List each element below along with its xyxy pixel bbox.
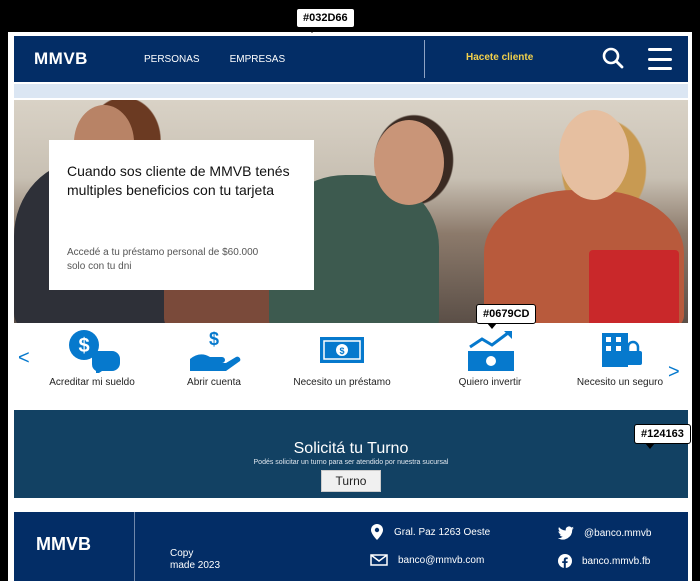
location-pin-icon (371, 524, 383, 540)
search-icon[interactable] (602, 47, 624, 69)
services-carousel: < $ Acreditar mi sueldo $ Abrir cuenta $… (14, 325, 688, 405)
hero-card: Cuando sos cliente de MMVB tenés multipl… (49, 140, 314, 290)
service-label: Necesito un seguro (576, 377, 664, 388)
carousel-prev-icon[interactable]: < (18, 347, 30, 370)
hero-photo-bag (589, 250, 679, 323)
footer-facebook-text[interactable]: banco.mmvb.fb (582, 556, 650, 567)
annotation-icon-color: #0679CD (476, 304, 537, 329)
footer-address-text: Gral. Paz 1263 Oeste (394, 526, 491, 538)
service-item-salary[interactable]: $ Acreditar mi sueldo (32, 327, 152, 388)
service-label: Abrir cuenta (187, 377, 241, 388)
open-account-icon: $ (190, 329, 241, 371)
annotation-turno-color: #124163 (634, 424, 691, 449)
site-footer: MMVB Copy made 2023 Gral. Paz 1263 Oeste… (14, 512, 688, 581)
insurance-icon (602, 333, 642, 367)
service-item-insurance[interactable]: Necesito un seguro (560, 327, 680, 388)
nav-empresas[interactable]: EMPRESAS (230, 54, 286, 65)
footer-email[interactable]: banco@mmvb.com (370, 554, 484, 566)
loan-icon: $ (320, 337, 364, 363)
main-nav: PERSONAS EMPRESAS (144, 54, 285, 65)
site-header: MMVB PERSONAS EMPRESAS Hacete cliente (14, 36, 688, 82)
turno-title: Solicitá tu Turno (293, 440, 409, 457)
footer-copy-line: made 2023 (170, 560, 221, 571)
hero-banner: Cuando sos cliente de MMVB tenés multipl… (14, 100, 688, 323)
service-item-open-account[interactable]: $ Abrir cuenta (154, 327, 274, 388)
mail-icon (370, 554, 388, 566)
footer-address: Gral. Paz 1263 Oeste (370, 524, 490, 540)
hero-photo-face (374, 120, 444, 205)
service-label: Acreditar mi sueldo (49, 377, 135, 388)
twitter-icon (558, 526, 574, 540)
turno-button[interactable]: Turno (320, 470, 382, 492)
header-divider (424, 40, 425, 78)
footer-divider (134, 512, 135, 581)
footer-facebook[interactable]: banco.mmvb.fb (558, 554, 650, 568)
turno-section: Solicitá tu Turno Podés solicitar un tur… (14, 410, 688, 498)
invest-icon (468, 331, 514, 371)
hero-photo-face (559, 110, 629, 200)
footer-twitter[interactable]: @banco.mmvb (558, 526, 651, 540)
hero-title: Cuando sos cliente de MMVB tenés multipl… (67, 163, 290, 198)
footer-copyright: Copy made 2023 (170, 548, 220, 572)
hero-subtitle: Accedé a tu préstamo personal de $60.000… (67, 247, 259, 272)
salary-icon: $ (69, 330, 120, 373)
footer-email-text[interactable]: banco@mmvb.com (398, 555, 484, 566)
turno-subtitle: Podés solicitar un turno para ser atendi… (253, 459, 449, 466)
screenshot-frame: MMVB PERSONAS EMPRESAS Hacete cliente Cu… (0, 0, 700, 581)
carousel-next-icon[interactable]: > (668, 361, 680, 384)
svg-text:$: $ (339, 346, 344, 356)
service-label: Necesito un préstamo (293, 377, 391, 388)
header-logo[interactable]: MMVB (34, 49, 134, 69)
service-item-invest[interactable]: Quiero invertir (430, 327, 550, 388)
become-client-link[interactable]: Hacete cliente (466, 52, 533, 63)
service-item-loan[interactable]: $ Necesito un préstamo (282, 327, 402, 388)
svg-text:$: $ (78, 335, 89, 357)
facebook-icon (558, 554, 572, 568)
footer-twitter-text[interactable]: @banco.mmvb (584, 528, 651, 539)
header-strip (14, 84, 688, 98)
nav-personas[interactable]: PERSONAS (144, 54, 200, 65)
svg-text:$: $ (209, 329, 219, 349)
footer-copy-line: Copy (170, 548, 194, 559)
footer-logo: MMVB (36, 534, 91, 554)
service-label: Quiero invertir (458, 377, 522, 388)
annotation-header-color: #032D66 (296, 8, 355, 33)
hamburger-menu-icon[interactable] (648, 48, 672, 70)
page: MMVB PERSONAS EMPRESAS Hacete cliente Cu… (8, 32, 692, 581)
